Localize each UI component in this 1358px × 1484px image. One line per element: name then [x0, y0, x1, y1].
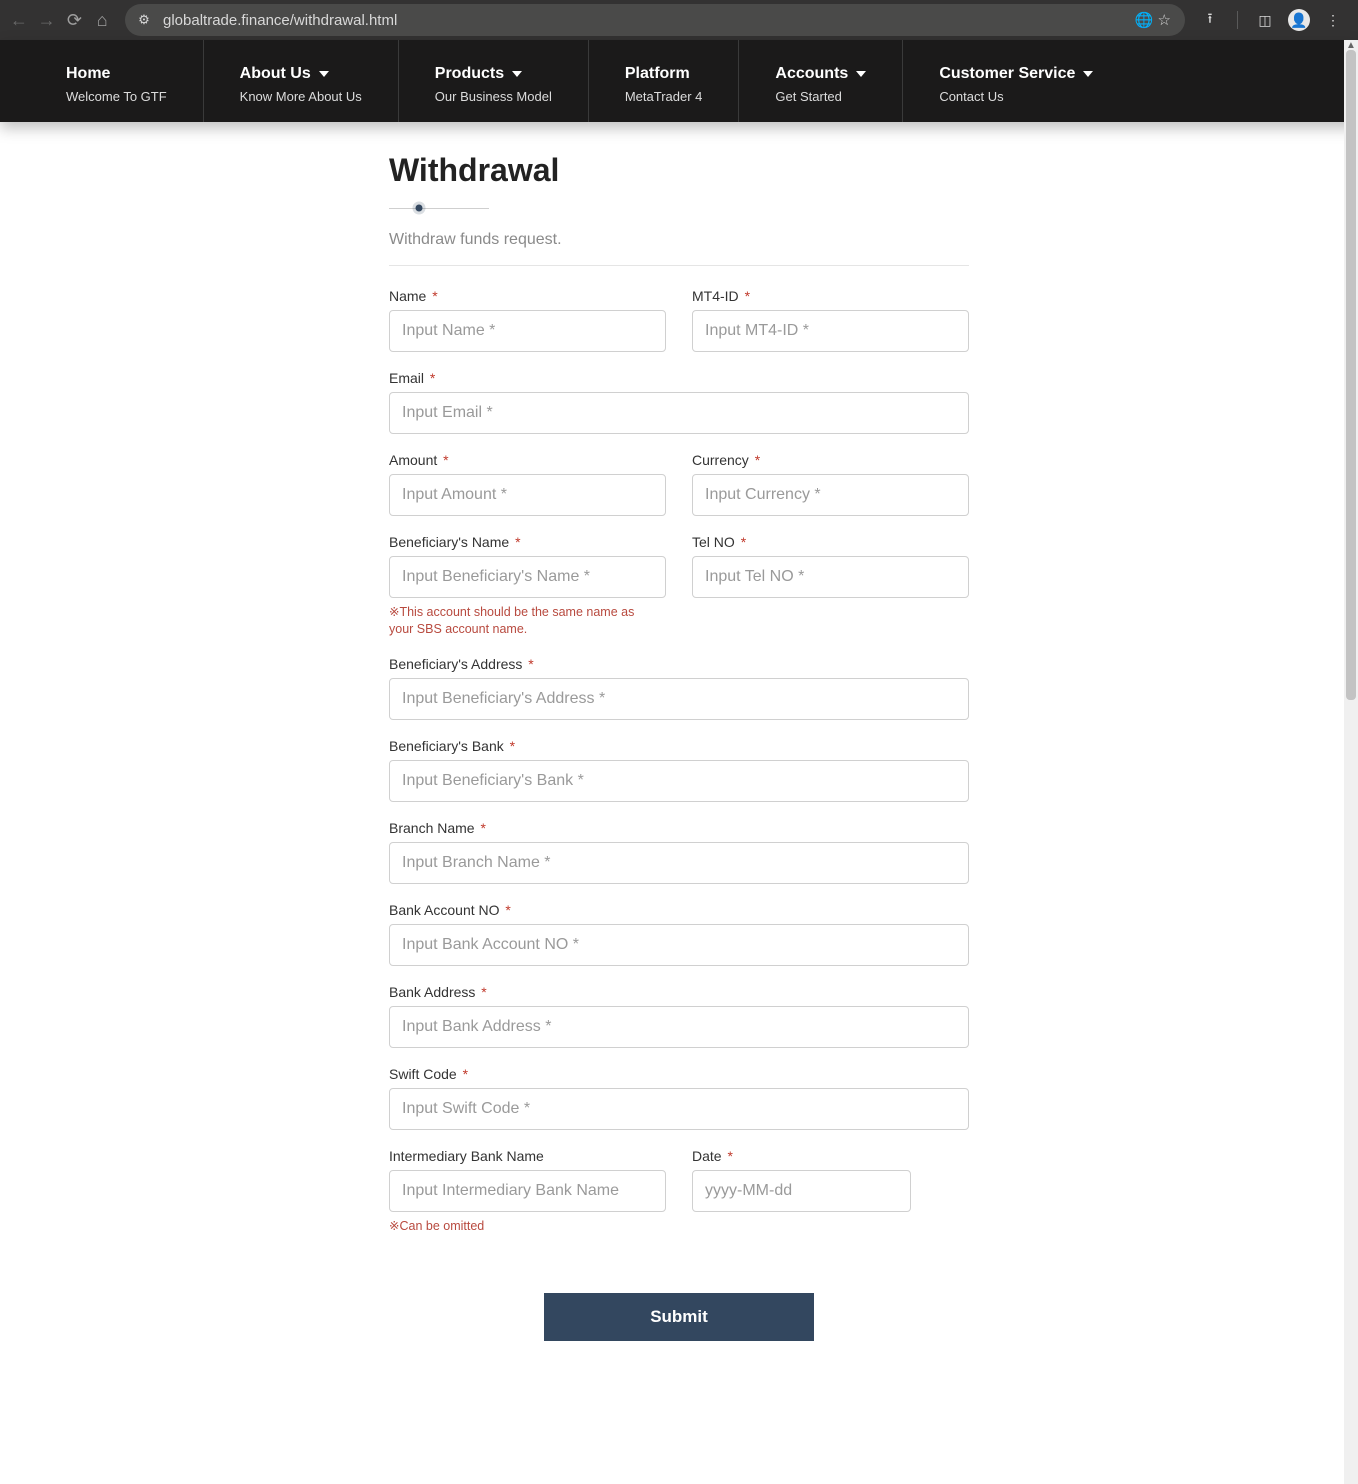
page-subtitle: Withdraw funds request.: [389, 231, 969, 249]
chevron-down-icon: [856, 71, 866, 77]
label-currency: Currency *: [692, 452, 969, 468]
label-beneficiary-bank: Beneficiary's Bank *: [389, 738, 969, 754]
nav-item-home[interactable]: Home Welcome To GTF: [30, 40, 204, 122]
label-email: Email *: [389, 370, 969, 386]
field-intermediary-bank: Intermediary Bank Name ※Can be omitted: [389, 1148, 666, 1235]
field-name: Name *: [389, 288, 666, 352]
chevron-down-icon: [512, 71, 522, 77]
nav-item-title: Customer Service: [939, 65, 1093, 83]
kebab-menu-icon[interactable]: ⋮: [1320, 7, 1346, 33]
nav-item-title: Products: [435, 65, 552, 83]
input-beneficiary-name[interactable]: [389, 556, 666, 598]
label-account-no: Bank Account NO *: [389, 902, 969, 918]
field-swift: Swift Code *: [389, 1066, 969, 1130]
input-intermediary-bank[interactable]: [389, 1170, 666, 1212]
field-beneficiary-address: Beneficiary's Address *: [389, 656, 969, 720]
page-scrollbar[interactable]: ▲: [1344, 40, 1358, 1484]
field-beneficiary-bank: Beneficiary's Bank *: [389, 738, 969, 802]
page-title: Withdrawal: [389, 152, 969, 189]
label-date: Date *: [692, 1148, 911, 1164]
nav-item-platform[interactable]: Platform MetaTrader 4: [589, 40, 740, 122]
field-mt4: MT4-ID *: [692, 288, 969, 352]
input-tel[interactable]: [692, 556, 969, 598]
input-mt4[interactable]: [692, 310, 969, 352]
field-branch: Branch Name *: [389, 820, 969, 884]
divider: [389, 265, 969, 266]
label-amount: Amount *: [389, 452, 666, 468]
browser-toolbar: ← → ⟳ ⌂ ⚙ globaltrade.finance/withdrawal…: [0, 0, 1358, 40]
field-account-no: Bank Account NO *: [389, 902, 969, 966]
scroll-thumb[interactable]: [1346, 50, 1356, 700]
input-branch[interactable]: [389, 842, 969, 884]
note-intermediary-bank: ※Can be omitted: [389, 1218, 666, 1235]
input-name[interactable]: [389, 310, 666, 352]
nav-item-customer-service[interactable]: Customer Service Contact Us: [903, 40, 1129, 122]
input-amount[interactable]: [389, 474, 666, 516]
nav-item-subtitle: Contact Us: [939, 89, 1093, 104]
field-currency: Currency *: [692, 452, 969, 516]
forward-icon[interactable]: →: [36, 5, 58, 35]
bookmark-star-icon[interactable]: ☆: [1158, 11, 1171, 29]
nav-item-subtitle: MetaTrader 4: [625, 89, 703, 104]
nav-item-subtitle: Get Started: [775, 89, 866, 104]
field-beneficiary-name: Beneficiary's Name * ※This account shoul…: [389, 534, 666, 638]
back-icon[interactable]: ←: [8, 5, 30, 35]
nav-item-products[interactable]: Products Our Business Model: [399, 40, 589, 122]
toolbar-right: ⭱ ◫ 👤 ⋮: [1197, 7, 1350, 33]
reload-icon[interactable]: ⟳: [64, 5, 86, 35]
input-bank-address[interactable]: [389, 1006, 969, 1048]
nav-item-accounts[interactable]: Accounts Get Started: [739, 40, 903, 122]
translate-icon[interactable]: 🌐: [1135, 11, 1154, 29]
label-mt4: MT4-ID *: [692, 288, 969, 304]
field-date: Date *: [692, 1148, 911, 1235]
sidepanel-icon[interactable]: ◫: [1252, 7, 1278, 33]
chevron-down-icon: [319, 71, 329, 77]
nav-item-about-us[interactable]: About Us Know More About Us: [204, 40, 399, 122]
field-tel: Tel NO *: [692, 534, 969, 638]
note-beneficiary-name: ※This account should be the same name as…: [389, 604, 639, 638]
field-bank-address: Bank Address *: [389, 984, 969, 1048]
field-amount: Amount *: [389, 452, 666, 516]
label-swift: Swift Code *: [389, 1066, 969, 1082]
nav-item-title: Accounts: [775, 65, 866, 83]
input-account-no[interactable]: [389, 924, 969, 966]
address-bar[interactable]: ⚙ globaltrade.finance/withdrawal.html 🌐 …: [125, 4, 1185, 36]
input-currency[interactable]: [692, 474, 969, 516]
site-settings-icon[interactable]: ⚙: [135, 11, 153, 29]
input-beneficiary-address[interactable]: [389, 678, 969, 720]
input-email[interactable]: [389, 392, 969, 434]
extensions-icon[interactable]: ⭱: [1197, 7, 1223, 33]
url-text: globaltrade.finance/withdrawal.html: [163, 12, 397, 29]
nav-item-subtitle: Welcome To GTF: [66, 89, 167, 104]
withdrawal-form: Name * MT4-ID * Email * Amount * Currenc…: [389, 288, 969, 1341]
nav-item-title: About Us: [240, 65, 362, 83]
label-intermediary-bank: Intermediary Bank Name: [389, 1148, 666, 1164]
label-beneficiary-address: Beneficiary's Address *: [389, 656, 969, 672]
nav-item-title: Home: [66, 65, 167, 83]
label-name: Name *: [389, 288, 666, 304]
label-bank-address: Bank Address *: [389, 984, 969, 1000]
input-beneficiary-bank[interactable]: [389, 760, 969, 802]
input-date[interactable]: [692, 1170, 911, 1212]
site-nav: Home Welcome To GTF About Us Know More Abou…: [0, 40, 1358, 122]
field-email: Email *: [389, 370, 969, 434]
home-icon[interactable]: ⌂: [91, 5, 113, 35]
submit-button[interactable]: Submit: [544, 1293, 814, 1341]
nav-item-title: Platform: [625, 65, 703, 83]
label-beneficiary-name: Beneficiary's Name *: [389, 534, 666, 550]
label-tel: Tel NO *: [692, 534, 969, 550]
input-swift[interactable]: [389, 1088, 969, 1130]
profile-avatar-icon[interactable]: 👤: [1288, 9, 1310, 31]
toolbar-divider: [1237, 11, 1238, 29]
nav-item-subtitle: Our Business Model: [435, 89, 552, 104]
title-decoration: [389, 203, 969, 213]
nav-item-subtitle: Know More About Us: [240, 89, 362, 104]
chevron-down-icon: [1083, 71, 1093, 77]
label-branch: Branch Name *: [389, 820, 969, 836]
